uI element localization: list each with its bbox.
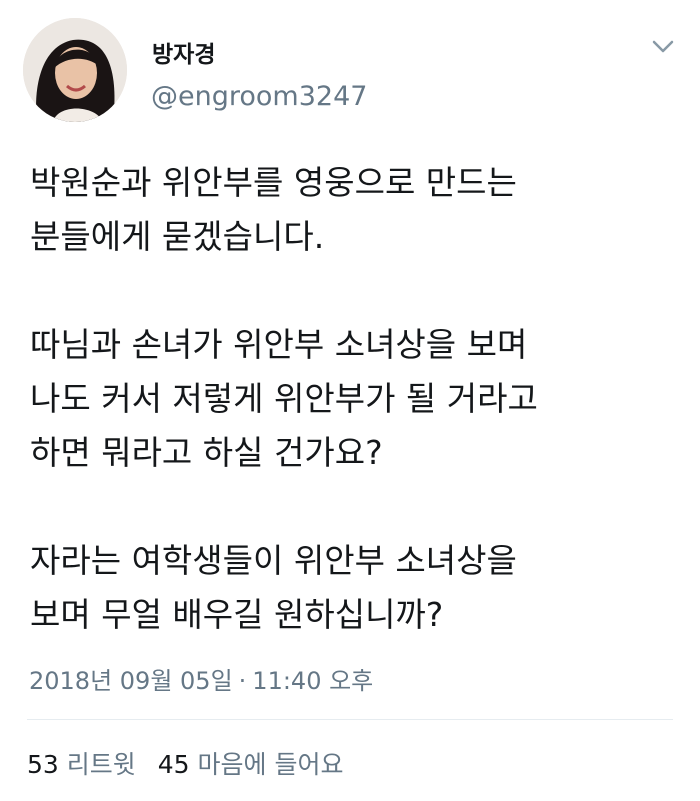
timestamp-separator: · xyxy=(238,667,247,695)
retweet-stat[interactable]: 53 리트윗 xyxy=(27,748,136,782)
user-handle[interactable]: @engroom3247 xyxy=(151,80,367,114)
retweet-label: 리트윗 xyxy=(66,750,136,779)
tweet-paragraph: 자라는 여학생들이 위안부 소녀상을 보며 무얼 배우길 원하십니까? xyxy=(30,534,680,642)
tweet-line: 따님과 손녀가 위안부 소녀상을 보며 xyxy=(30,325,528,364)
tweet-paragraph: 따님과 손녀가 위안부 소녀상을 보며 나도 커서 저렇게 위안부가 될 거라고… xyxy=(30,318,680,480)
tweet-stats: 53 리트윗 45 마음에 들어요 xyxy=(27,748,357,782)
like-count: 45 xyxy=(157,750,190,779)
tweet-line: 하면 뭐라고 하실 건가요? xyxy=(30,433,383,472)
retweet-count: 53 xyxy=(27,750,59,779)
like-stat[interactable]: 45 마음에 들어요 xyxy=(158,748,344,782)
avatar[interactable] xyxy=(23,18,127,122)
tweet-line: 박원순과 위안부를 영웅으로 만드는 xyxy=(30,163,517,202)
chevron-down-icon[interactable] xyxy=(650,36,676,58)
tweet-date: 2018년 09월 05일 xyxy=(29,667,233,695)
avatar-image xyxy=(23,18,127,122)
tweet-line: 분들에게 묻겠습니다. xyxy=(30,217,325,256)
tweet-timestamp[interactable]: 2018년 09월 05일 · 11:40 오후 xyxy=(29,665,373,697)
like-label: 마음에 들어요 xyxy=(197,750,344,779)
tweet-line: 보며 무얼 배우길 원하십니까? xyxy=(30,595,444,634)
tweet-paragraph: 박원순과 위안부를 영웅으로 만드는 분들에게 묻겠습니다. xyxy=(30,156,680,264)
display-name[interactable]: 방자경 xyxy=(152,40,215,70)
tweet-line: 자라는 여학생들이 위안부 소녀상을 xyxy=(30,541,517,580)
tweet-line: 나도 커서 저렇게 위안부가 될 거라고 xyxy=(30,379,538,418)
tweet-time: 11:40 오후 xyxy=(252,667,374,695)
divider xyxy=(27,719,673,720)
tweet-text: 박원순과 위안부를 영웅으로 만드는 분들에게 묻겠습니다. 따님과 손녀가 위… xyxy=(30,156,680,642)
